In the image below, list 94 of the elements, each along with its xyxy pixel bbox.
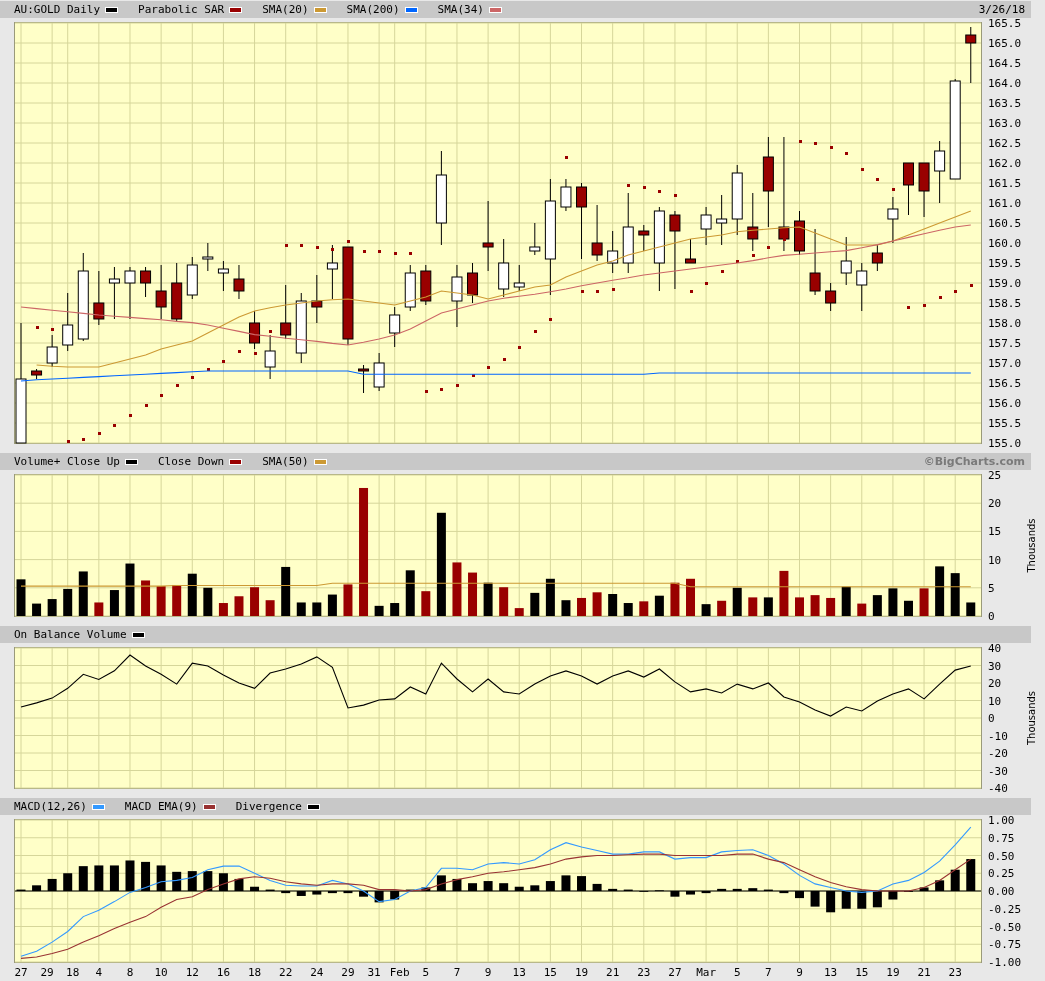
axis-tick-label: 12	[185, 966, 199, 979]
axis-tick-label: 30	[988, 659, 1002, 673]
axis-tick-label: 21	[606, 966, 620, 979]
axis-tick-label: 157.0	[988, 357, 1022, 370]
legend-label: SMA(34)	[437, 3, 484, 16]
axis-tick-label: 23	[637, 966, 651, 979]
axis-tick-label: Feb	[389, 966, 410, 979]
legend-label: Close Down	[157, 455, 225, 468]
axis-tick-label: 10	[988, 694, 1002, 708]
legend-label: AU:GOLD Daily	[14, 3, 101, 16]
axis-tick-label: 24	[310, 966, 324, 979]
axis-tick-label: 7	[765, 966, 772, 979]
axis-tick-label: 4	[95, 966, 103, 979]
axis-tick-label: 21	[917, 966, 931, 979]
axis-tick-label: 165.5	[988, 17, 1022, 30]
axis-tick-label: 161.5	[988, 177, 1022, 190]
axis-tick-label: 1.00	[988, 814, 1015, 827]
axis-tick-label: 5	[733, 966, 741, 979]
axis-tick-label: 19	[886, 966, 900, 979]
axis-tick-label: 0	[988, 610, 995, 623]
axis-tick-label: 0	[988, 712, 995, 725]
axis-tick-label: 25	[988, 469, 1002, 482]
axis-tick-label: -0.50	[988, 920, 1022, 934]
axis-tick-label: 20	[988, 497, 1002, 511]
axis-tick-label: 9	[484, 966, 492, 979]
legend-label: On Balance Volume	[14, 628, 127, 641]
axis-tick-label: 15	[855, 966, 869, 979]
legend-label: MACD(12,26)	[14, 800, 87, 813]
axis-tick-label: -20	[988, 747, 1008, 760]
axis-tick-label: 163.5	[988, 97, 1022, 110]
axis-title: Thousands	[1026, 518, 1037, 573]
axis-tick-label: 160.0	[988, 237, 1022, 250]
axis-tick-label: 164.5	[988, 57, 1022, 70]
axis-tick-label: 20	[988, 677, 1002, 690]
axis-tick-label: 162.5	[988, 137, 1022, 150]
axis-tick-label: 16	[216, 966, 231, 979]
axis-tick-label: 9	[796, 966, 803, 979]
axis-tick-label: -1.00	[988, 956, 1022, 969]
axis-tick-label: 162.0	[988, 157, 1022, 170]
axis-tick-label: 159.0	[988, 277, 1022, 290]
axis-tick-label: 163.0	[988, 117, 1022, 130]
axis-tick-label: 18	[66, 966, 80, 979]
axis-tick-label: -0.25	[988, 902, 1022, 916]
axis-tick-label: 161.0	[988, 197, 1022, 210]
axis-tick-label: -40	[988, 782, 1008, 795]
credit-text: ©BigCharts.com	[923, 455, 1025, 468]
axis-tick-label: 7	[453, 966, 461, 979]
axis-tick-label: 23	[948, 966, 962, 979]
axis-tick-label: 0.25	[988, 867, 1015, 881]
legend-label: Parabolic SAR	[138, 3, 225, 16]
axis-tick-label: 156.5	[988, 377, 1022, 390]
axis-tick-label: 160.5	[988, 217, 1022, 230]
axis-tick-label: 27	[668, 966, 682, 979]
axis-tick-label: 8	[126, 966, 134, 979]
axis-tick-label: 164.0	[988, 77, 1022, 90]
axis-tick-label: 0.75	[988, 831, 1015, 845]
axis-tick-label: 156.0	[988, 397, 1022, 410]
axis-tick-label: 158.0	[988, 317, 1022, 330]
axis-tick-label: 15	[988, 525, 1002, 539]
legend-label: MACD EMA(9)	[124, 800, 198, 813]
axis-tick-label: 10	[154, 966, 168, 979]
axis-tick-label: -30	[988, 764, 1008, 778]
axis-tick-label: 19	[574, 966, 589, 979]
axis-tick-label: 159.5	[988, 257, 1022, 270]
axis-tick-label: 5	[422, 966, 430, 979]
axis-tick-label: Mar	[696, 966, 716, 979]
axis-tick-label: 5	[988, 581, 995, 595]
axis-title: Thousands	[1026, 690, 1037, 746]
axis-tick-label: 29	[341, 966, 355, 979]
legend-label: Divergence	[235, 800, 302, 813]
axis-tick-label: -0.75	[988, 938, 1022, 952]
axis-tick-label: 18	[247, 966, 262, 979]
axis-tick-label: 10	[988, 553, 1002, 567]
axis-tick-label: 157.5	[988, 337, 1022, 350]
legend-label: SMA(20)	[262, 3, 309, 16]
axis-tick-label: 0.50	[988, 849, 1015, 863]
axis-tick-label: 155.5	[988, 417, 1022, 430]
axis-tick-label: 27	[14, 966, 28, 979]
axis-tick-label: 0.00	[988, 885, 1015, 898]
legend-label: Volume+ Close Up	[14, 455, 120, 468]
legend-label: SMA(50)	[262, 455, 309, 468]
chart-date: 3/26/18	[978, 3, 1025, 16]
axis-tick-label: 155.0	[988, 437, 1022, 450]
axis-tick-label: -10	[988, 729, 1008, 743]
axis-tick-label: 13	[824, 966, 838, 979]
axis-tick-label: 22	[279, 966, 293, 979]
axis-tick-label: 40	[988, 642, 1002, 655]
axis-tick-label: 13	[512, 966, 526, 979]
axis-tick-label: 15	[543, 966, 557, 979]
axis-tick-label: 29	[40, 966, 54, 979]
axis-tick-label: 158.5	[988, 297, 1022, 310]
axis-tick-label: 31	[367, 966, 381, 979]
axis-tick-label: 165.0	[988, 37, 1022, 50]
legend-label: SMA(200)	[346, 3, 400, 16]
